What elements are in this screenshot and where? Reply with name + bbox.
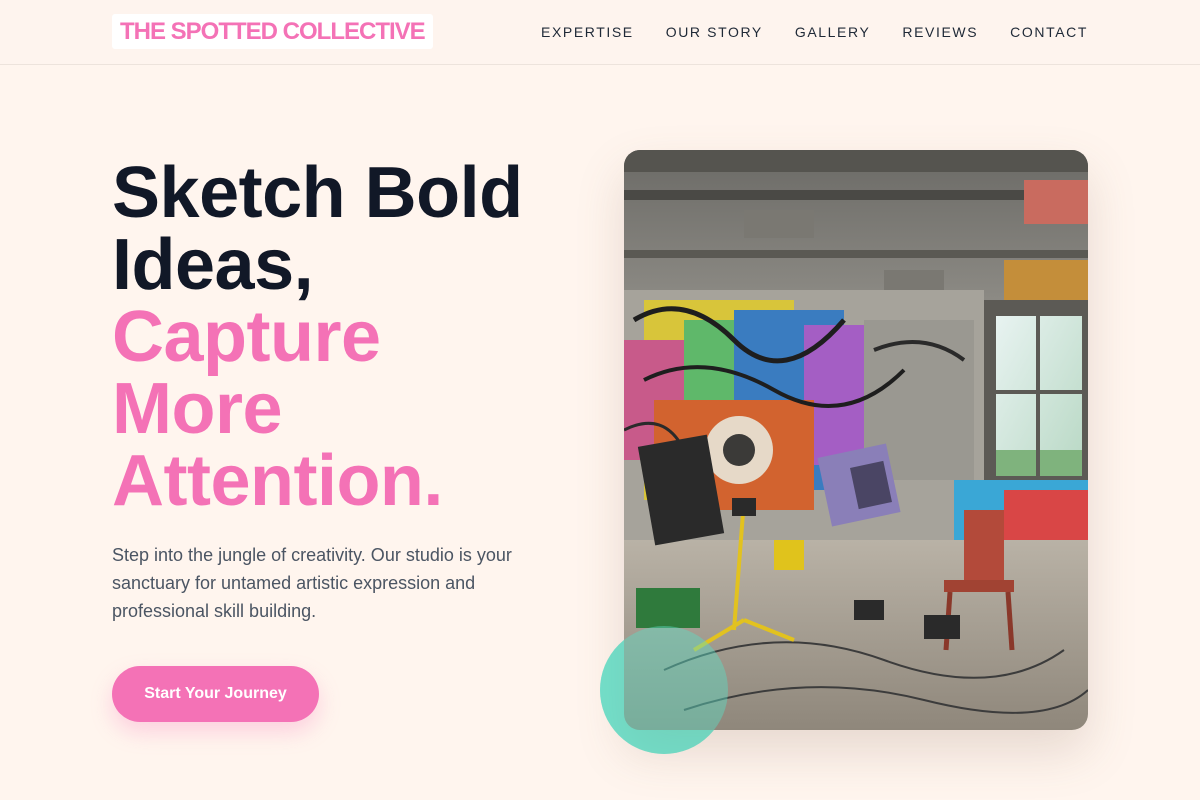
brand-logo[interactable]: THE SPOTTED COLLECTIVE bbox=[112, 14, 433, 49]
site-header: THE SPOTTED COLLECTIVE EXPERTISE OUR STO… bbox=[0, 0, 1200, 65]
hero-title-line: Sketch Bold bbox=[112, 153, 523, 233]
start-journey-button[interactable]: Start Your Journey bbox=[112, 666, 319, 722]
nav-link-our-story[interactable]: OUR STORY bbox=[666, 24, 763, 40]
hero-title: Sketch Bold Ideas, Capture More Attentio… bbox=[112, 157, 572, 517]
main-nav: EXPERTISE OUR STORY GALLERY REVIEWS CONT… bbox=[541, 0, 1088, 64]
hero-title-line: Ideas, bbox=[112, 225, 314, 305]
nav-link-reviews[interactable]: REVIEWS bbox=[902, 24, 978, 40]
nav-link-contact[interactable]: CONTACT bbox=[1010, 24, 1088, 40]
hero-title-accent-line: More bbox=[112, 369, 283, 449]
hero-title-accent-line: Capture bbox=[112, 297, 381, 377]
nav-link-gallery[interactable]: GALLERY bbox=[795, 24, 871, 40]
hero-description: Step into the jungle of creativity. Our … bbox=[112, 545, 512, 621]
nav-link-expertise[interactable]: EXPERTISE bbox=[541, 24, 634, 40]
hero-studio-image bbox=[624, 150, 1088, 730]
hero-title-accent-line: Attention. bbox=[112, 441, 443, 521]
